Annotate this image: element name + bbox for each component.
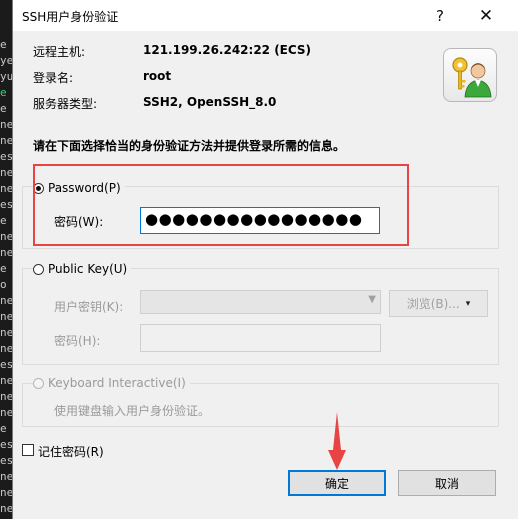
public-key-option-label: Public Key(U) [48,262,128,276]
remember-password-checkbox[interactable] [22,444,34,456]
password-option-label: Password(P) [48,181,121,195]
instruction-text: 请在下面选择恰当的身份验证方法并提供登录所需的信息。 [33,139,346,153]
password-input[interactable]: ●●●●●●●●●●●●●●●● [140,207,380,234]
remote-host-value: 121.199.26.242:22 (ECS) [143,43,312,57]
remote-host-label: 远程主机: [33,45,86,59]
user-key-select[interactable]: ▼ [140,290,381,314]
ok-button[interactable]: 确定 [288,470,386,496]
user-key-label: 用户密钥(K): [54,300,124,314]
keyboard-interactive-label: Keyboard Interactive(I) [48,376,186,390]
password-option[interactable]: Password(P) [33,181,125,195]
server-type-label: 服务器类型: [33,97,98,111]
password-radio[interactable] [33,182,44,194]
server-type-value: SSH2, OpenSSH_8.0 [143,95,277,109]
browse-button[interactable]: 浏览(B)... ▾ [389,290,488,317]
password-field-label: 密码(W): [54,215,104,229]
key-password-label: 密码(H): [54,334,101,348]
title-bar: SSH用户身份验证 ? ✕ [13,0,518,31]
public-key-radio[interactable] [33,263,44,275]
cancel-button[interactable]: 取消 [398,470,496,496]
dialog-title: SSH用户身份验证 [22,10,119,24]
cancel-button-label: 取消 [434,476,459,491]
keyboard-interactive-option[interactable]: Keyboard Interactive(I) [33,376,190,390]
close-button[interactable]: ✕ [471,4,501,28]
help-button[interactable]: ? [425,4,455,28]
login-name-label: 登录名: [33,71,74,85]
remember-password-label[interactable]: 记住密码(R) [38,443,104,460]
key-password-input[interactable] [140,324,381,352]
user-key-icon [443,48,497,102]
ok-button-label: 确定 [324,476,349,491]
login-name-value: root [143,69,172,83]
dropdown-arrow-icon: ▾ [465,298,471,309]
annotation-arrow-icon [328,412,346,470]
public-key-option[interactable]: Public Key(U) [33,262,132,276]
browse-button-label: 浏览(B)... [406,297,460,311]
keyboard-interactive-description: 使用键盘输入用户身份验证。 [54,404,211,418]
keyboard-interactive-radio[interactable] [33,377,44,389]
ssh-auth-dialog: SSH用户身份验证 ? ✕ 远程主机: 121.199.26.242:22 (E… [12,0,518,519]
password-value: ●●●●●●●●●●●●●●●● [145,210,363,228]
chevron-down-icon: ▼ [368,294,376,305]
